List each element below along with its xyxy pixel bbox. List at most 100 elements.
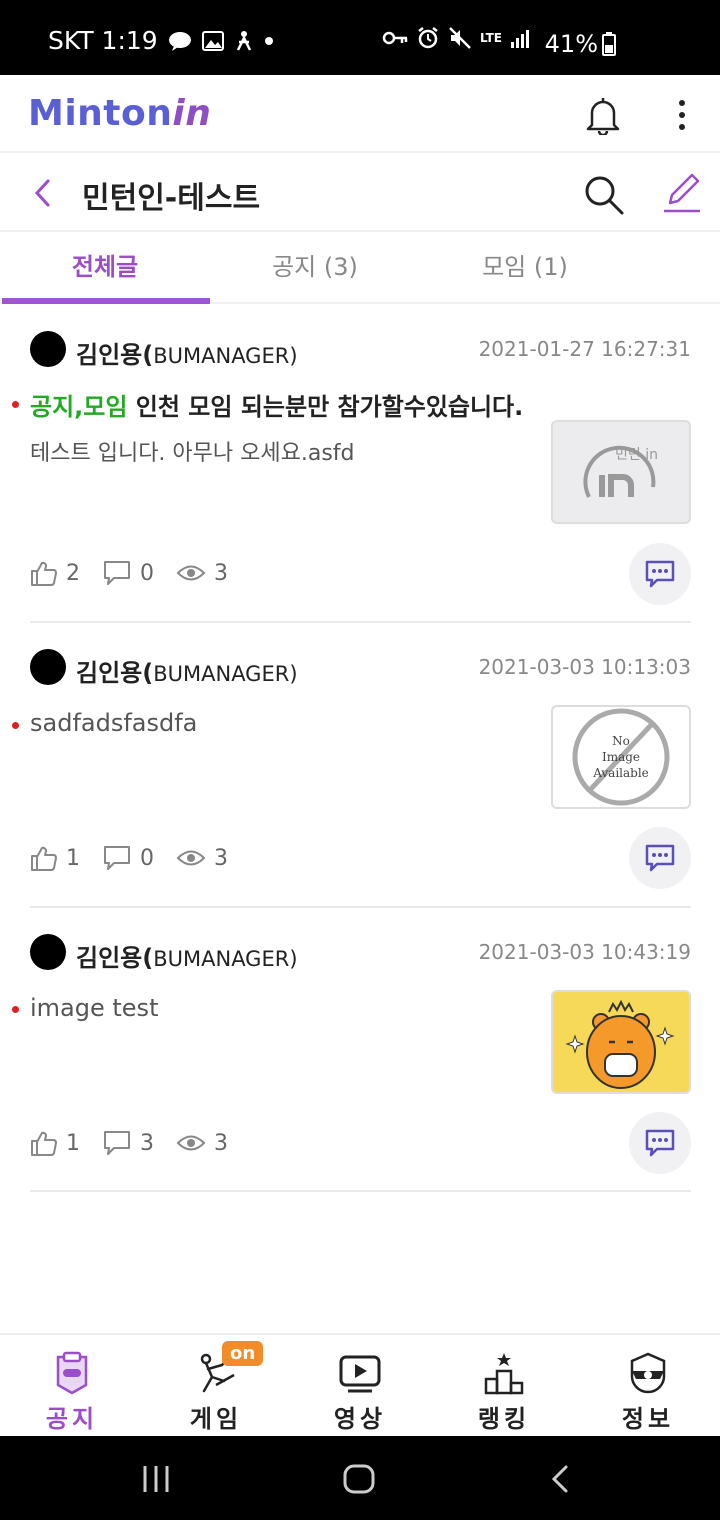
nav-info[interactable]: 정보: [576, 1335, 720, 1436]
post-date: 2021-01-27 16:27:31: [478, 337, 691, 361]
battery-icon: [602, 32, 616, 56]
svg-text:Image: Image: [602, 750, 640, 764]
battery-percent: 41%: [544, 30, 598, 58]
tab-all[interactable]: 전체글: [0, 234, 210, 304]
bottom-navigation: 공지 on 게임 영상 랭킹 정보: [0, 1333, 720, 1436]
post-thumbnail[interactable]: No Image Available: [551, 705, 691, 809]
system-navigation-bar: [0, 1436, 720, 1520]
like-count[interactable]: 2: [30, 559, 80, 587]
avatar: [30, 331, 66, 367]
author-role: BUMANAGER): [153, 344, 298, 368]
carrier-time: SKT 1:19: [48, 26, 158, 55]
back-icon[interactable]: [28, 175, 58, 211]
comment-icon: [104, 561, 130, 585]
eye-icon: [176, 850, 206, 866]
new-dot: [12, 1006, 19, 1013]
alarm-icon: [416, 26, 440, 50]
post-item[interactable]: 김인용(BUMANAGER) 2021-03-03 10:43:19 image…: [12, 908, 691, 1192]
bear-character-icon: [565, 999, 675, 1089]
accessibility-icon: [234, 30, 254, 52]
comment-icon: [104, 1131, 130, 1155]
back-nav-icon[interactable]: [548, 1464, 572, 1498]
home-icon[interactable]: [342, 1464, 376, 1498]
author-name: 김인용(: [76, 659, 154, 687]
write-icon[interactable]: [660, 171, 704, 215]
eye-icon: [176, 1135, 206, 1151]
video-icon: [338, 1351, 382, 1395]
mute-icon: [448, 26, 472, 50]
nav-video[interactable]: 영상: [288, 1335, 432, 1436]
logo-main-text: Minton: [28, 93, 173, 134]
nav-notice[interactable]: 공지: [0, 1335, 144, 1436]
key-icon: [382, 30, 408, 46]
post-item[interactable]: 김인용(BUMANAGER) 2021-01-27 16:27:31 공지,모임…: [12, 305, 691, 623]
post-title[interactable]: 공지,모임 인천 모임 되는분만 참가할수있습니다.: [30, 387, 523, 422]
chat-button[interactable]: [629, 543, 691, 605]
avatar: [30, 649, 66, 685]
post-title-text: 인천 모임 되는분만 참가할수있습니다.: [127, 393, 524, 421]
app-logo[interactable]: Mintonin: [28, 93, 211, 134]
view-count: 3: [176, 561, 228, 586]
svg-text:민턴 in: 민턴 in: [615, 447, 658, 463]
post-author: 김인용(BUMANAGER): [76, 653, 298, 688]
logo-suffix-text: in: [172, 93, 212, 134]
post-title[interactable]: sadfadsfasdfa: [30, 709, 197, 737]
avatar: [30, 934, 66, 970]
nav-label: 영상: [333, 1405, 387, 1433]
network-type: LTE: [479, 31, 502, 45]
nav-label: 게임: [189, 1405, 243, 1433]
comment-count[interactable]: 3: [102, 1129, 154, 1157]
new-dot: [12, 722, 19, 729]
more-icon[interactable]: [668, 95, 696, 135]
board-header: 민턴인-테스트: [0, 155, 720, 232]
post-item[interactable]: 김인용(BUMANAGER) 2021-03-03 10:13:03 sadfa…: [12, 623, 691, 908]
author-role: BUMANAGER): [153, 947, 298, 971]
new-dot: [12, 401, 19, 408]
chat-button[interactable]: [629, 827, 691, 889]
post-thumbnail[interactable]: [551, 990, 691, 1094]
nav-label: 공지: [45, 1405, 99, 1433]
nav-label: 랭킹: [477, 1405, 531, 1433]
board-tabs: 전체글 공지 (3) 모임 (1): [0, 234, 720, 304]
bell-icon[interactable]: [584, 95, 622, 137]
gallery-icon: [201, 30, 224, 51]
comment-count[interactable]: 0: [102, 844, 154, 872]
post-stats: 1 3 3: [30, 1129, 250, 1157]
post-tag: 공지,모임: [30, 393, 128, 421]
thumbs-up-icon: [31, 561, 57, 586]
author-role: BUMANAGER): [153, 662, 298, 686]
talk-icon: [168, 31, 192, 51]
tab-meeting[interactable]: 모임 (1): [420, 234, 630, 302]
status-bar: SKT 1:19 LTE 41%: [0, 0, 720, 75]
svg-text:Available: Available: [592, 766, 649, 780]
board-title: 민턴인-테스트: [82, 181, 261, 216]
recent-apps-icon[interactable]: [140, 1464, 172, 1498]
thumbs-up-icon: [31, 1131, 57, 1156]
author-name: 김인용(: [76, 341, 154, 369]
post-stats: 2 0 3: [30, 559, 250, 587]
post-thumbnail[interactable]: 민턴 in: [551, 420, 691, 524]
tab-notice[interactable]: 공지 (3): [210, 234, 420, 302]
post-author: 김인용(BUMANAGER): [76, 335, 298, 370]
comment-count[interactable]: 0: [102, 559, 154, 587]
ranking-icon: [482, 1351, 526, 1395]
nav-ranking[interactable]: 랭킹: [432, 1335, 576, 1436]
chat-button[interactable]: [629, 1112, 691, 1174]
nav-label: 정보: [621, 1405, 675, 1433]
like-count[interactable]: 1: [30, 1129, 80, 1157]
comment-icon: [104, 846, 130, 870]
chat-bubble-icon: [645, 844, 675, 872]
search-icon[interactable]: [582, 173, 626, 217]
svg-text:No: No: [612, 734, 630, 748]
post-body: 테스트 입니다. 아무나 오세요.asfd: [30, 441, 355, 466]
app-header: Mintonin: [0, 75, 720, 153]
view-count: 3: [176, 1131, 228, 1156]
view-count: 3: [176, 846, 228, 871]
like-count[interactable]: 1: [30, 844, 80, 872]
post-title[interactable]: image test: [30, 994, 158, 1022]
minton-logo-icon: 민턴 in: [583, 445, 658, 498]
nav-game[interactable]: on 게임: [144, 1335, 288, 1436]
thumbs-up-icon: [31, 846, 57, 871]
chat-bubble-icon: [645, 560, 675, 588]
chat-bubble-icon: [645, 1129, 675, 1157]
